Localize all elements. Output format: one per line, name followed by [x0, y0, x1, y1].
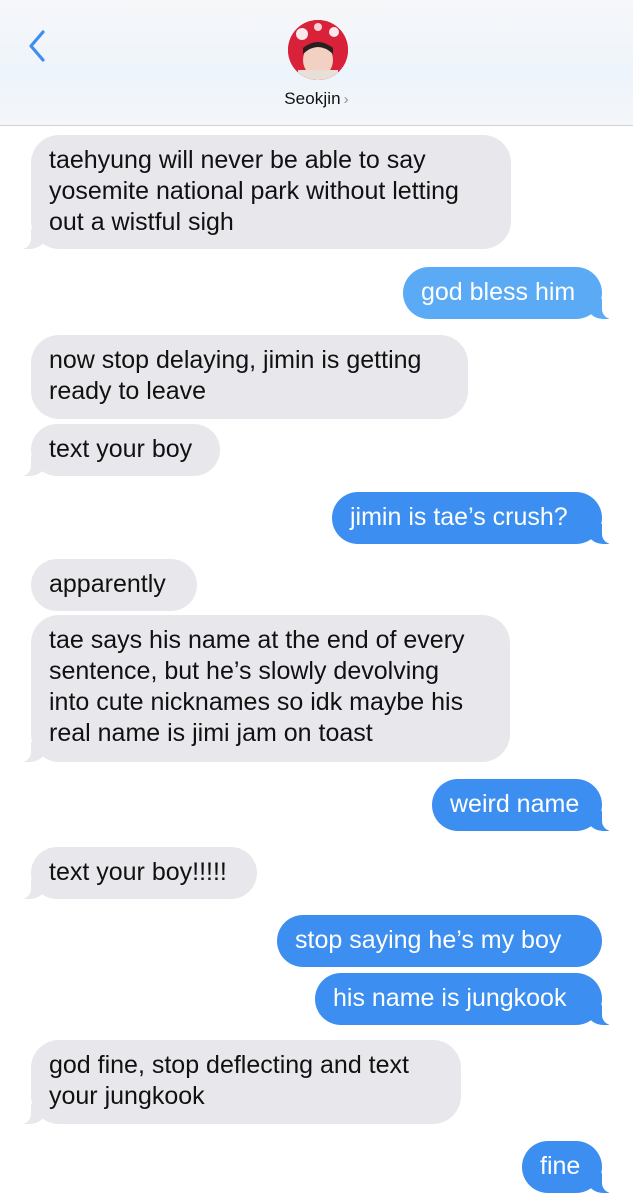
message-bubble-sent[interactable]: his name is jungkook [315, 973, 614, 1025]
contact-name: Seokjin [284, 89, 341, 108]
message-bubble-received[interactable]: now stop delaying, jimin is getting read… [31, 335, 468, 419]
avatar-image [288, 20, 348, 80]
chevron-left-icon [29, 30, 45, 62]
message-bubble-sent[interactable]: stop saying he’s my boy [277, 915, 602, 967]
back-button[interactable] [22, 28, 52, 64]
message-bubble-received[interactable]: text your boy!!!!! [19, 847, 257, 899]
chevron-right-icon: › [343, 91, 349, 108]
message-bubble-sent[interactable]: fine [522, 1141, 614, 1193]
contact-avatar[interactable] [288, 20, 348, 80]
message-bubble-sent[interactable]: jimin is tae’s crush? [332, 492, 614, 544]
message-bubble-received[interactable]: apparently [31, 559, 197, 611]
contact-name-button[interactable]: Seokjin › [0, 89, 633, 109]
message-bubble-sent[interactable]: god bless him [403, 267, 614, 319]
message-bubble-sent[interactable]: weird name [432, 779, 614, 831]
message-bubble-received[interactable]: tae says his name at the end of every se… [19, 615, 510, 762]
conversation-header: Seokjin › [0, 0, 633, 126]
message-bubble-received[interactable]: text your boy [19, 424, 220, 476]
message-bubble-received[interactable]: taehyung will never be able to say yosem… [19, 135, 511, 249]
message-bubble-received[interactable]: god fine, stop deflecting and text your … [19, 1040, 461, 1124]
